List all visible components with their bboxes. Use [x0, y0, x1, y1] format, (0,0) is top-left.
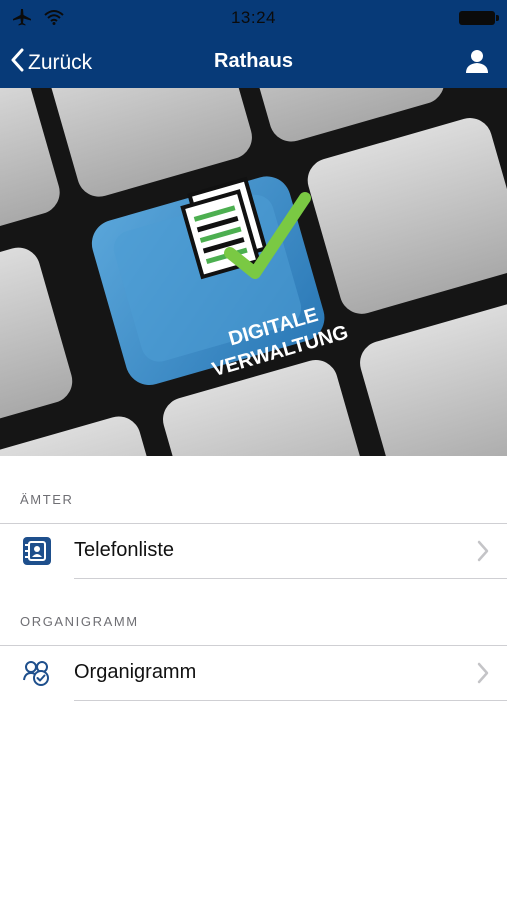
section-header-organigramm: ORGANIGRAMM [20, 614, 139, 629]
user-icon[interactable] [465, 48, 489, 79]
list-item-telefonliste[interactable]: Telefonliste [0, 524, 507, 578]
divider [74, 578, 507, 579]
status-time: 13:24 [230, 8, 277, 27]
divider [74, 700, 507, 701]
section-header-aemter: ÄMTER [20, 492, 74, 507]
list-item-label: Telefonliste [74, 539, 175, 561]
battery-icon [459, 11, 499, 25]
hero-image: DIGITALE VERWALTUNG [0, 88, 507, 456]
org-chart-icon [22, 658, 52, 688]
list-item-organigramm[interactable]: Organigramm [0, 646, 507, 700]
chevron-right-icon [477, 540, 489, 567]
list-item-label: Organigramm [74, 661, 197, 683]
keyboard-illustration: DIGITALE VERWALTUNG [0, 88, 507, 456]
phonebook-icon [22, 536, 52, 566]
status-bar: 13:24 [0, 0, 507, 36]
navigation-bar: Zurück Rathaus [0, 36, 507, 88]
chevron-right-icon [477, 662, 489, 689]
page-title: Rathaus [214, 50, 293, 72]
